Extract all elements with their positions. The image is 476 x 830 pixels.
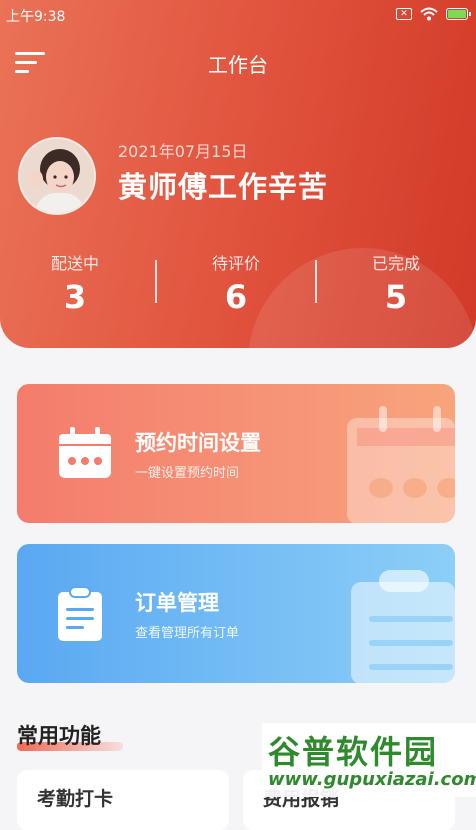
- page-title: 工作台: [208, 53, 268, 77]
- schedule-settings-card[interactable]: 预约时间设置 一键设置预约时间: [17, 384, 455, 523]
- stat-value: 6: [224, 278, 248, 316]
- card-title: 预约时间设置: [135, 431, 261, 455]
- stat-label: 配送中: [50, 254, 99, 273]
- card-subtitle: 一键设置预约时间: [135, 466, 240, 481]
- stat-label: 已完成: [371, 254, 420, 273]
- calendar-decor-icon: [347, 406, 455, 523]
- stat-delivering[interactable]: 配送中 3: [5, 250, 145, 316]
- stat-label: 待评价: [211, 254, 260, 273]
- watermark-url: www.gupuxiazai.com: [268, 769, 476, 790]
- function-attendance[interactable]: 考勤打卡: [17, 770, 229, 830]
- status-bar: 上午9:38 ✕: [0, 0, 476, 30]
- clipboard-decor-icon: [351, 570, 455, 683]
- watermark: 谷普软件园 www.gupuxiazai.com: [262, 723, 476, 797]
- stat-divider: [155, 260, 157, 303]
- clipboard-icon: [58, 586, 102, 641]
- header-banner: 上午9:38 ✕ 工作台 2021年07月15日 黄师傅工作辛苦 配送中 3 待…: [0, 0, 476, 348]
- current-date: 2021年07月15日: [118, 142, 248, 161]
- stat-value: 3: [63, 278, 87, 316]
- function-label: 考勤打卡: [37, 788, 114, 810]
- wifi-icon: [420, 7, 438, 21]
- battery-icon: [446, 8, 471, 20]
- no-sim-icon: ✕: [396, 8, 412, 20]
- avatar-image: [20, 139, 94, 213]
- greeting-text: 黄师傅工作辛苦: [118, 170, 329, 204]
- avatar[interactable]: [18, 137, 96, 215]
- calendar-icon: [59, 427, 111, 478]
- watermark-title: 谷普软件园: [268, 733, 439, 771]
- card-subtitle: 查看管理所有订单: [135, 626, 240, 641]
- section-title: 常用功能: [17, 724, 101, 748]
- stat-completed[interactable]: 已完成 5: [326, 250, 466, 316]
- stat-pending-review[interactable]: 待评价 6: [166, 250, 306, 316]
- status-icons: ✕: [396, 7, 471, 21]
- stat-value: 5: [384, 278, 408, 316]
- card-title: 订单管理: [135, 591, 219, 615]
- order-management-card[interactable]: 订单管理 查看管理所有订单: [17, 544, 455, 683]
- stat-divider: [315, 260, 317, 303]
- status-time: 上午9:38: [6, 9, 66, 25]
